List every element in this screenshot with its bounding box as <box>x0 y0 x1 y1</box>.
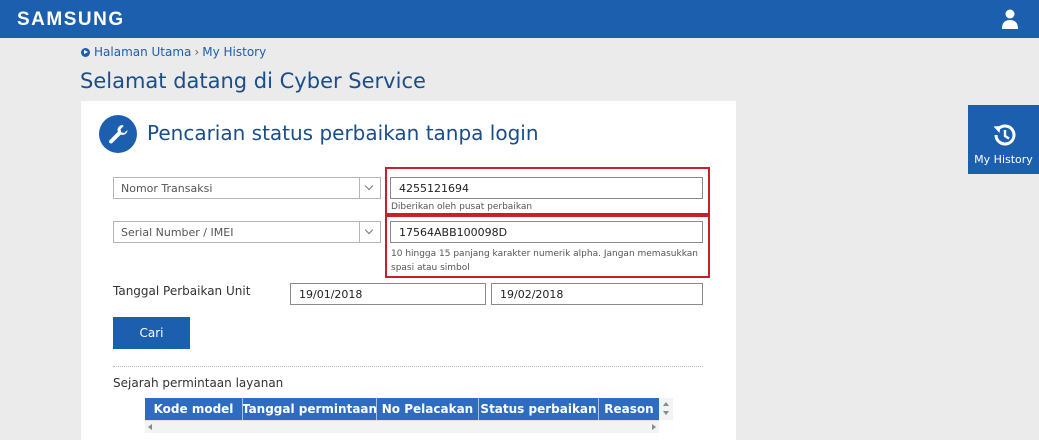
breadcrumb-current[interactable]: My History <box>202 45 266 59</box>
repair-date-label: Tanggal Perbaikan Unit <box>113 284 251 298</box>
scroll-down-icon[interactable] <box>663 411 669 415</box>
serial-type-select[interactable]: Serial Number / IMEI <box>113 221 381 243</box>
breadcrumb-home-link[interactable]: Halaman Utama <box>94 45 191 59</box>
transaction-hint: Diberikan oleh pusat perbaikan <box>391 202 533 212</box>
date-from-value: 19/01/2018 <box>299 288 363 301</box>
scroll-right-icon[interactable] <box>652 424 656 430</box>
vertical-scrollbar[interactable] <box>659 398 673 420</box>
search-type-select[interactable]: Nomor Transaksi <box>113 177 381 199</box>
serial-number-input[interactable]: 17564ABB100098D <box>390 221 703 243</box>
chevron-down-icon[interactable] <box>359 178 380 198</box>
date-from-input[interactable]: 19/01/2018 <box>290 283 486 305</box>
page-title: Selamat datang di Cyber Service <box>80 69 426 93</box>
history-icon <box>993 124 1016 146</box>
history-title: Sejarah permintaan layanan <box>113 376 284 390</box>
section-title: Pencarian status perbaikan tanpa login <box>147 121 539 145</box>
scroll-left-icon[interactable] <box>148 424 152 430</box>
column-header[interactable]: Kode model <box>145 398 243 420</box>
serial-hint: 10 hingga 15 panjang karakter numerik al… <box>391 249 698 273</box>
my-history-label: My History <box>974 153 1033 166</box>
column-header[interactable]: Reason <box>599 398 659 420</box>
column-header[interactable]: Tanggal permintaan <box>243 398 377 420</box>
column-header[interactable]: No Pelacakan <box>377 398 479 420</box>
transaction-number-value: 4255121694 <box>399 182 469 195</box>
my-history-button[interactable]: My History <box>968 105 1039 174</box>
history-table-header: Kode model Tanggal permintaan No Pelacak… <box>145 398 659 420</box>
chevron-down-icon[interactable] <box>359 222 380 242</box>
user-icon[interactable] <box>1001 9 1019 29</box>
samsung-logo[interactable]: SAMSUNG <box>17 9 125 31</box>
date-to-input[interactable]: 19/02/2018 <box>491 283 703 305</box>
transaction-number-input[interactable]: 4255121694 <box>390 177 703 199</box>
top-bar: SAMSUNG <box>0 0 1039 38</box>
date-to-value: 19/02/2018 <box>500 288 564 301</box>
search-type-select-value: Nomor Transaksi <box>121 182 213 195</box>
serial-number-value: 17564ABB100098D <box>399 226 508 239</box>
divider <box>113 366 703 367</box>
scroll-up-icon[interactable] <box>663 402 669 406</box>
breadcrumb-separator: › <box>194 45 200 59</box>
search-button[interactable]: Cari <box>113 317 190 349</box>
serial-type-select-value: Serial Number / IMEI <box>121 226 234 239</box>
breadcrumb-arrow-icon <box>81 47 90 57</box>
horizontal-scrollbar[interactable] <box>145 420 659 433</box>
breadcrumb: Halaman Utama › My History <box>81 45 266 59</box>
column-header[interactable]: Status perbaikan <box>479 398 599 420</box>
wrench-icon <box>99 115 137 153</box>
